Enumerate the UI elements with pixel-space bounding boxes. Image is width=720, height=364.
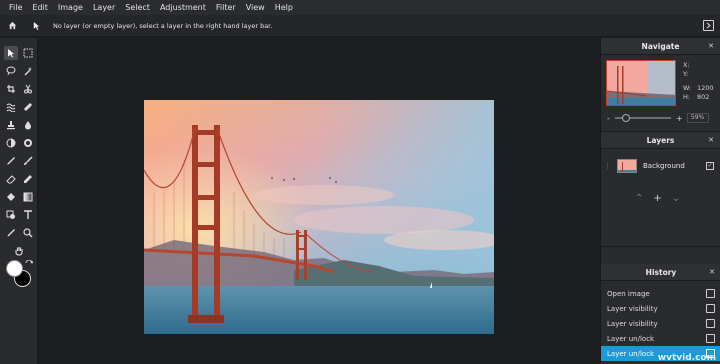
home-icon[interactable] [3, 15, 21, 37]
history-item[interactable]: Layer visibility [601, 301, 720, 316]
navigator-thumbnail[interactable] [606, 60, 676, 106]
zoom-controls: - + 59% [607, 113, 717, 123]
scissors-icon[interactable] [21, 82, 35, 96]
drag-handle-icon[interactable]: ⋮ [604, 162, 611, 170]
layer-up-icon[interactable]: ⌃ [635, 193, 643, 204]
pen-tool-icon[interactable] [4, 154, 18, 168]
zoom-input[interactable]: 59% [686, 113, 709, 123]
layer-item[interactable]: ⋮ Background ✓ [604, 156, 718, 176]
zoom-slider[interactable] [614, 114, 671, 122]
menu-image[interactable]: Image [53, 0, 88, 15]
stamp-tool-icon[interactable] [4, 118, 18, 132]
menu-view[interactable]: View [241, 0, 270, 15]
zoom-tool-icon[interactable] [21, 226, 35, 240]
w-value: 1200 [697, 84, 714, 92]
history-item[interactable]: Open image [601, 286, 720, 301]
pencil-tool-icon[interactable] [21, 172, 35, 186]
move-tool-icon[interactable] [4, 46, 18, 60]
history-item[interactable]: Layer un/lock [601, 331, 720, 346]
gradient-tool-icon[interactable] [21, 190, 35, 204]
text-tool-icon[interactable] [21, 208, 35, 222]
navigate-panel: X: Y: W: 1200 H: 802 - + 59% [601, 55, 720, 132]
canvas-image[interactable] [144, 100, 494, 334]
history-title: History [645, 268, 677, 277]
layer-controls: ⌃ + ⌄ [635, 193, 680, 204]
blur-drop-icon[interactable] [21, 118, 35, 132]
menu-select[interactable]: Select [120, 0, 155, 15]
layer-name[interactable]: Background [643, 162, 706, 170]
close-icon[interactable]: ✕ [708, 38, 714, 55]
layer-visibility-checkbox[interactable]: ✓ [706, 162, 714, 170]
y-label: Y: [683, 70, 689, 78]
shape-tool-icon[interactable] [4, 208, 18, 222]
layer-down-icon[interactable]: ⌄ [672, 193, 680, 204]
menu-adjustment[interactable]: Adjustment [155, 0, 211, 15]
menu-bar: File Edit Image Layer Select Adjustment … [0, 0, 720, 15]
magic-wand-tool-icon[interactable] [21, 64, 35, 78]
healing-tool-icon[interactable] [21, 100, 35, 114]
options-bar: No layer (or empty layer), select a laye… [0, 15, 720, 37]
h-label: H: [683, 93, 691, 101]
lasso-tool-icon[interactable] [4, 64, 18, 78]
right-panels: Navigate ✕ X: Y: W: 1200 H: 802 - + 59% [600, 38, 720, 364]
panel-toggle-icon[interactable] [703, 20, 714, 31]
navigate-title: Navigate [641, 42, 680, 51]
history-item-label: Layer visibility [607, 319, 658, 328]
canvas-workspace[interactable] [38, 38, 599, 364]
h-value: 802 [697, 93, 710, 101]
hand-tool-icon[interactable] [12, 244, 26, 258]
layer-icon [706, 304, 715, 313]
menu-help[interactable]: Help [270, 0, 298, 15]
layers-title: Layers [646, 136, 675, 145]
sponge-tool-icon[interactable] [21, 136, 35, 150]
foreground-color-swatch[interactable] [6, 260, 23, 277]
layer-icon [706, 334, 715, 343]
brush-tool-icon[interactable] [21, 154, 35, 168]
navigator-info: X: Y: W: 1200 H: 802 [683, 61, 714, 102]
history-item-label: Layer visibility [607, 304, 658, 313]
layers-panel-header: Layers ✕ [601, 132, 720, 149]
zoom-slider-handle[interactable] [622, 114, 631, 122]
menu-file[interactable]: File [4, 0, 27, 15]
menu-filter[interactable]: Filter [211, 0, 241, 15]
history-item[interactable]: Layer visibility [601, 316, 720, 331]
layers-panel: ⋮ Background ✓ ⌃ + ⌄ [601, 149, 720, 247]
close-icon[interactable]: ✕ [708, 132, 714, 149]
history-item-label: Layer un/lock [607, 349, 655, 358]
watermark: wvtvid.com [657, 353, 716, 363]
menu-edit[interactable]: Edit [27, 0, 53, 15]
fill-bucket-icon[interactable] [4, 190, 18, 204]
w-label: W: [683, 84, 692, 92]
marquee-tool-icon[interactable] [21, 46, 35, 60]
add-layer-icon[interactable]: + [653, 193, 661, 204]
liquify-tool-icon[interactable] [4, 100, 18, 114]
close-icon[interactable]: ✕ [709, 264, 715, 281]
history-panel-header: History ✕ [601, 264, 720, 281]
swap-colors-icon[interactable] [25, 259, 34, 268]
history-item-label: Layer un/lock [607, 334, 655, 343]
tool-bar [0, 38, 38, 364]
eyedropper-tool-icon[interactable] [4, 226, 18, 240]
image-icon [706, 289, 715, 298]
crop-tool-icon[interactable] [4, 82, 18, 96]
layer-icon [706, 319, 715, 328]
history-item-label: Open image [607, 289, 650, 298]
move-tool-icon [27, 15, 45, 37]
navigate-panel-header: Navigate ✕ [601, 38, 720, 55]
dodge-tool-icon[interactable] [4, 136, 18, 150]
eraser-tool-icon[interactable] [4, 172, 18, 186]
x-label: X: [683, 61, 690, 69]
layer-thumbnail [617, 159, 637, 173]
options-message: No layer (or empty layer), select a laye… [53, 21, 273, 30]
zoom-in-button[interactable]: + [676, 114, 683, 123]
menu-layer[interactable]: Layer [88, 0, 120, 15]
zoom-out-button[interactable]: - [607, 114, 610, 123]
